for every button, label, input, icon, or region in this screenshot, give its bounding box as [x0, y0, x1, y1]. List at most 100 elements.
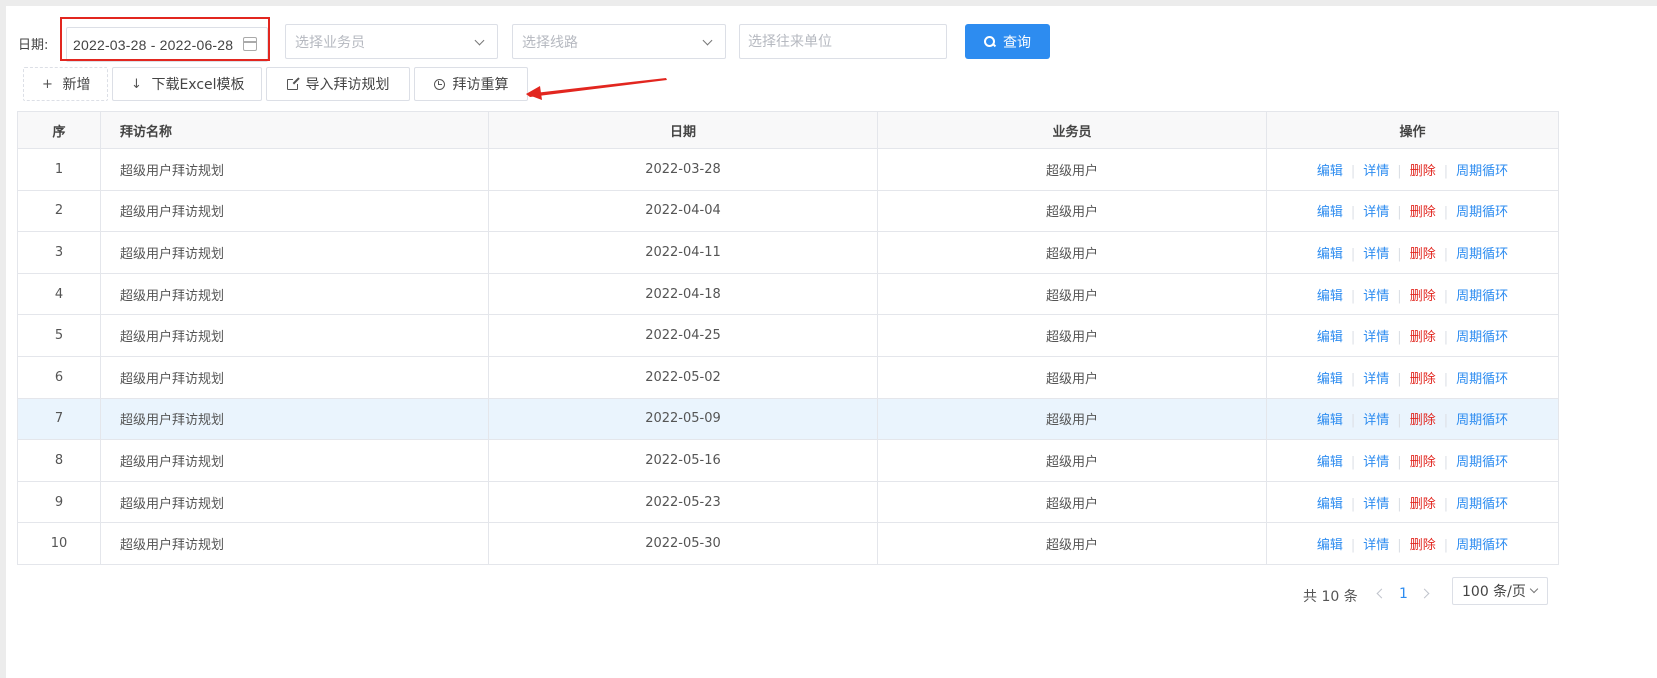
table-row[interactable]: 4 超级用户拜访规划 2022-04-18 超级用户 编辑 | 详情 | 删除 | 周期循环 [17, 273, 1559, 316]
table-row[interactable]: 10 超级用户拜访规划 2022-05-30 超级用户 编辑 | 详情 | 删除 | 周期循环 [17, 522, 1559, 565]
route-placeholder: 选择线路 [522, 34, 578, 51]
cell-no: 1 [17, 148, 101, 191]
edit-link[interactable]: 编辑 [1317, 372, 1343, 387]
action-divider: | [1443, 330, 1449, 346]
date-range-picker[interactable]: 2022-03-28 - 2022-06-28 [66, 27, 268, 62]
import-plan-button[interactable]: 导入拜访规划 [266, 67, 410, 101]
detail-link[interactable]: 详情 [1363, 497, 1389, 512]
cell-date: 2022-04-25 [488, 314, 878, 357]
cell-actions: 编辑 | 详情 | 删除 | 周期循环 [1266, 439, 1559, 482]
cell-actions: 编辑 | 详情 | 删除 | 周期循环 [1266, 148, 1559, 191]
cell-salesperson: 超级用户 [877, 356, 1267, 399]
action-divider: | [1443, 454, 1449, 470]
edit-link[interactable]: 编辑 [1317, 164, 1343, 179]
action-divider: | [1350, 454, 1356, 470]
delete-link[interactable]: 删除 [1410, 330, 1436, 345]
detail-link[interactable]: 详情 [1363, 372, 1389, 387]
table-row[interactable]: 2 超级用户拜访规划 2022-04-04 超级用户 编辑 | 详情 | 删除 | 周期循环 [17, 190, 1559, 233]
detail-link[interactable]: 详情 [1363, 247, 1389, 262]
calendar-icon [243, 37, 257, 51]
cell-date: 2022-05-09 [488, 398, 878, 441]
cycle-link[interactable]: 周期循环 [1456, 413, 1508, 428]
company-input[interactable] [739, 24, 947, 59]
edit-link[interactable]: 编辑 [1317, 247, 1343, 262]
cell-actions: 编辑 | 详情 | 删除 | 周期循环 [1266, 356, 1559, 399]
table-row[interactable]: 9 超级用户拜访规划 2022-05-23 超级用户 编辑 | 详情 | 删除 | 周期循环 [17, 481, 1559, 524]
col-header-date[interactable]: 日期 [488, 111, 878, 149]
salesperson-select[interactable]: 选择业务员 [285, 24, 498, 59]
next-page-icon[interactable] [1418, 581, 1434, 607]
action-divider: | [1443, 413, 1449, 429]
cell-date: 2022-04-18 [488, 273, 878, 316]
search-icon [984, 36, 995, 47]
cell-no: 9 [17, 481, 101, 524]
cycle-link[interactable]: 周期循环 [1456, 497, 1508, 512]
detail-link[interactable]: 详情 [1363, 289, 1389, 304]
cell-date: 2022-05-02 [488, 356, 878, 399]
col-header-no[interactable]: 序 [17, 111, 101, 149]
download-template-button[interactable]: ↓ 下载Excel模板 [112, 67, 262, 101]
cell-salesperson: 超级用户 [877, 148, 1267, 191]
delete-link[interactable]: 删除 [1410, 289, 1436, 304]
edit-link[interactable]: 编辑 [1317, 330, 1343, 345]
cycle-link[interactable]: 周期循环 [1456, 289, 1508, 304]
chevron-down-icon [1529, 584, 1539, 594]
table-row[interactable]: 6 超级用户拜访规划 2022-05-02 超级用户 编辑 | 详情 | 删除 | 周期循环 [17, 356, 1559, 399]
detail-link[interactable]: 详情 [1363, 413, 1389, 428]
table-row[interactable]: 8 超级用户拜访规划 2022-05-16 超级用户 编辑 | 详情 | 删除 | 周期循环 [17, 439, 1559, 482]
delete-link[interactable]: 删除 [1410, 413, 1436, 428]
import-icon [286, 76, 300, 90]
cycle-link[interactable]: 周期循环 [1456, 330, 1508, 345]
edit-link[interactable]: 编辑 [1317, 497, 1343, 512]
edit-link[interactable]: 编辑 [1317, 455, 1343, 470]
page-size-select[interactable]: 100 条/页 [1452, 577, 1548, 605]
cell-salesperson: 超级用户 [877, 190, 1267, 233]
cell-no: 5 [17, 314, 101, 357]
cycle-link[interactable]: 周期循环 [1456, 372, 1508, 387]
edit-link[interactable]: 编辑 [1317, 205, 1343, 220]
cell-actions: 编辑 | 详情 | 删除 | 周期循环 [1266, 398, 1559, 441]
cell-no: 8 [17, 439, 101, 482]
pagination-current-page[interactable]: 1 [1399, 586, 1408, 602]
delete-link[interactable]: 删除 [1410, 538, 1436, 553]
delete-link[interactable]: 删除 [1410, 372, 1436, 387]
action-divider: | [1443, 371, 1449, 387]
prev-page-icon[interactable] [1373, 581, 1389, 607]
table-row[interactable]: 3 超级用户拜访规划 2022-04-11 超级用户 编辑 | 详情 | 删除 | 周期循环 [17, 231, 1559, 274]
cycle-link[interactable]: 周期循环 [1456, 247, 1508, 262]
delete-link[interactable]: 删除 [1410, 497, 1436, 512]
route-select[interactable]: 选择线路 [512, 24, 726, 59]
query-button[interactable]: 查询 [965, 24, 1050, 59]
edit-link[interactable]: 编辑 [1317, 413, 1343, 428]
table-row[interactable]: 5 超级用户拜访规划 2022-04-25 超级用户 编辑 | 详情 | 删除 | 周期循环 [17, 314, 1559, 357]
cycle-link[interactable]: 周期循环 [1456, 455, 1508, 470]
cell-visit-name: 超级用户拜访规划 [100, 273, 489, 316]
cell-visit-name: 超级用户拜访规划 [100, 481, 489, 524]
cell-salesperson: 超级用户 [877, 273, 1267, 316]
delete-link[interactable]: 删除 [1410, 455, 1436, 470]
edit-link[interactable]: 编辑 [1317, 538, 1343, 553]
delete-link[interactable]: 删除 [1410, 247, 1436, 262]
delete-link[interactable]: 删除 [1410, 205, 1436, 220]
cycle-link[interactable]: 周期循环 [1456, 164, 1508, 179]
detail-link[interactable]: 详情 [1363, 205, 1389, 220]
cycle-link[interactable]: 周期循环 [1456, 538, 1508, 553]
action-divider: | [1350, 288, 1356, 304]
detail-link[interactable]: 详情 [1363, 455, 1389, 470]
clock-icon [433, 78, 445, 90]
recalc-visits-button[interactable]: 拜访重算 [414, 67, 528, 101]
date-range-value: 2022-03-28 - 2022-06-28 [73, 36, 234, 53]
col-header-name[interactable]: 拜访名称 [100, 111, 489, 149]
detail-link[interactable]: 详情 [1363, 164, 1389, 179]
delete-link[interactable]: 删除 [1410, 164, 1436, 179]
table-row[interactable]: 7 超级用户拜访规划 2022-05-09 超级用户 编辑 | 详情 | 删除 | 周期循环 [17, 398, 1559, 441]
detail-link[interactable]: 详情 [1363, 330, 1389, 345]
edit-link[interactable]: 编辑 [1317, 289, 1343, 304]
cycle-link[interactable]: 周期循环 [1456, 205, 1508, 220]
table-row[interactable]: 1 超级用户拜访规划 2022-03-28 超级用户 编辑 | 详情 | 删除 | 周期循环 [17, 148, 1559, 191]
cell-visit-name: 超级用户拜访规划 [100, 148, 489, 191]
col-header-salesperson[interactable]: 业务员 [877, 111, 1267, 149]
add-button[interactable]: + 新增 [23, 67, 108, 101]
detail-link[interactable]: 详情 [1363, 538, 1389, 553]
action-divider: | [1443, 538, 1449, 554]
